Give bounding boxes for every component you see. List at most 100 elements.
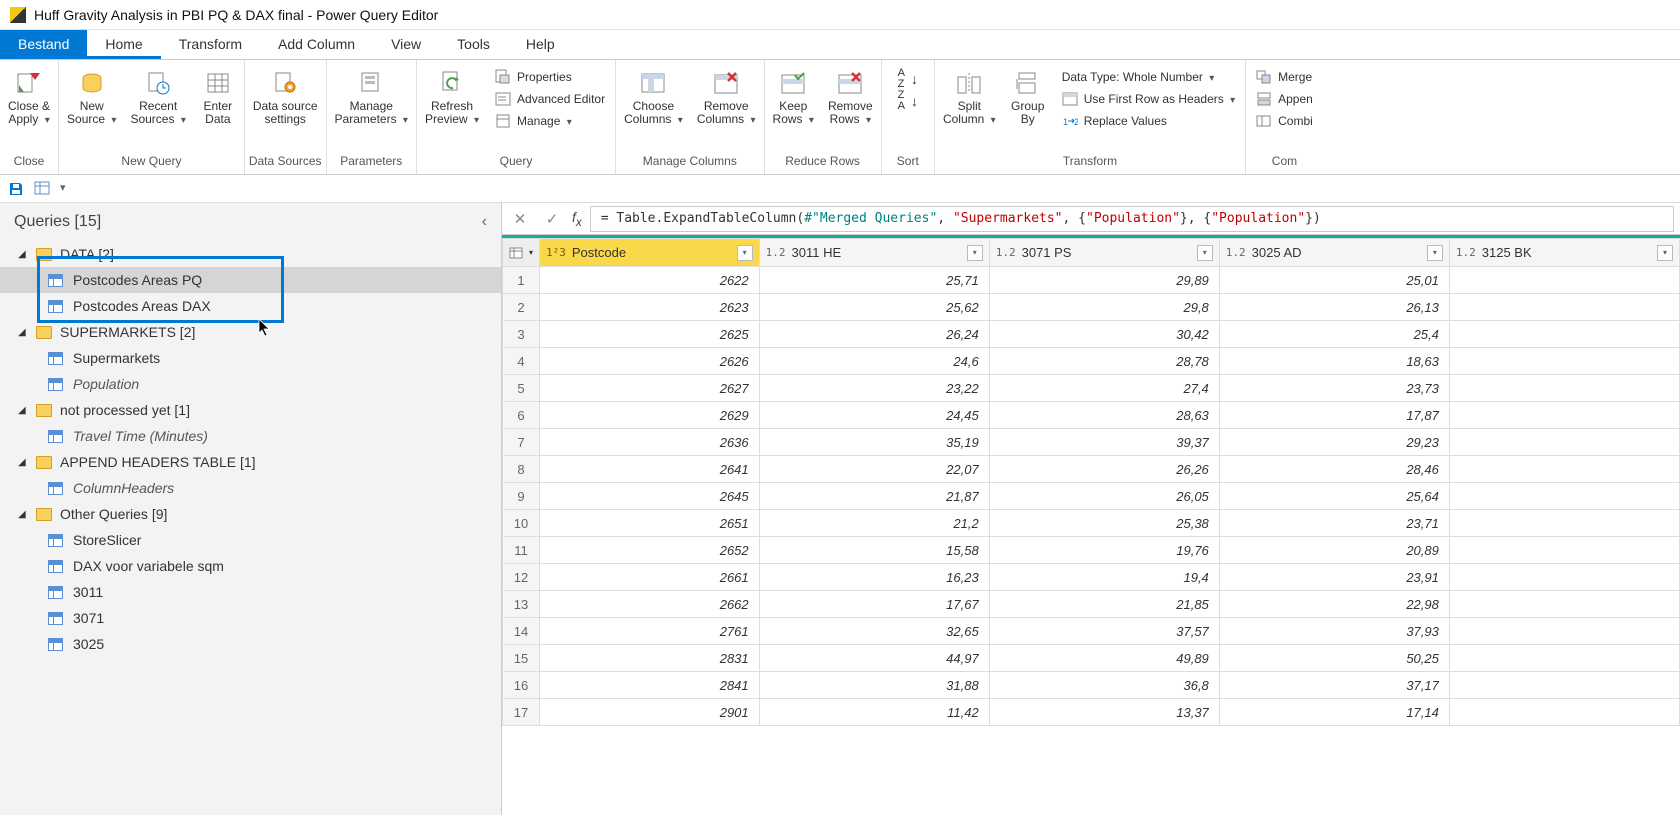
cell[interactable]: 2622	[540, 267, 760, 294]
row-number[interactable]: 17	[503, 699, 540, 726]
append-queries-button[interactable]: Appen	[1250, 88, 1319, 110]
cell[interactable]: 20,89	[1219, 537, 1449, 564]
cell[interactable]: 25,71	[759, 267, 989, 294]
cell[interactable]: 2627	[540, 375, 760, 402]
cell[interactable]: 2831	[540, 645, 760, 672]
query-item[interactable]: 3011	[0, 579, 501, 605]
tab-home[interactable]: Home	[87, 30, 160, 59]
cell[interactable]: 17,67	[759, 591, 989, 618]
commit-formula-icon[interactable]: ✓	[540, 210, 564, 228]
query-item[interactable]: 3025	[0, 631, 501, 657]
advanced-editor-button[interactable]: Advanced Editor	[489, 88, 611, 110]
row-number[interactable]: 16	[503, 672, 540, 699]
cell[interactable]	[1449, 483, 1679, 510]
column-header[interactable]: 1.23071 PS▾	[989, 239, 1219, 267]
tab-tools[interactable]: Tools	[439, 30, 508, 59]
cell[interactable]: 2623	[540, 294, 760, 321]
close-apply-button[interactable]: Close &Apply	[2, 64, 56, 131]
tab-file[interactable]: Bestand	[0, 30, 87, 59]
cancel-formula-icon[interactable]: ✕	[508, 210, 532, 228]
cell[interactable]: 2629	[540, 402, 760, 429]
recent-sources-button[interactable]: RecentSources	[124, 64, 191, 131]
row-number[interactable]: 15	[503, 645, 540, 672]
remove-columns-button[interactable]: RemoveColumns	[691, 64, 762, 131]
enter-data-button[interactable]: EnterData	[194, 64, 242, 130]
cell[interactable]	[1449, 510, 1679, 537]
cell[interactable]: 13,37	[989, 699, 1219, 726]
cell[interactable]	[1449, 537, 1679, 564]
cell[interactable]: 25,64	[1219, 483, 1449, 510]
query-item[interactable]: StoreSlicer	[0, 527, 501, 553]
tab-help[interactable]: Help	[508, 30, 573, 59]
new-source-button[interactable]: NewSource	[61, 64, 122, 131]
cell[interactable]	[1449, 375, 1679, 402]
cell[interactable]	[1449, 267, 1679, 294]
tree-group[interactable]: ◢DATA [2]	[0, 241, 501, 267]
cell[interactable]: 37,93	[1219, 618, 1449, 645]
cell[interactable]: 28,63	[989, 402, 1219, 429]
qat-overflow-icon[interactable]: ▾	[60, 181, 76, 197]
cell[interactable]: 44,97	[759, 645, 989, 672]
row-number[interactable]: 2	[503, 294, 540, 321]
data-grid[interactable]: ▾1²3Postcode▾1.23011 HE▾1.23071 PS▾1.230…	[502, 235, 1680, 815]
tree-group[interactable]: ◢Other Queries [9]	[0, 501, 501, 527]
data-type-button[interactable]: Data Type: Whole Number	[1056, 66, 1241, 88]
cell[interactable]	[1449, 456, 1679, 483]
cell[interactable]: 24,6	[759, 348, 989, 375]
combine-files-button[interactable]: Combi	[1250, 110, 1319, 132]
cell[interactable]: 26,24	[759, 321, 989, 348]
tab-transform[interactable]: Transform	[161, 30, 260, 59]
cell[interactable]: 28,46	[1219, 456, 1449, 483]
keep-rows-button[interactable]: KeepRows	[767, 64, 820, 131]
choose-columns-button[interactable]: ChooseColumns	[618, 64, 689, 131]
cell[interactable]	[1449, 429, 1679, 456]
cell[interactable]: 25,4	[1219, 321, 1449, 348]
query-item[interactable]: DAX voor variabele sqm	[0, 553, 501, 579]
row-number[interactable]: 8	[503, 456, 540, 483]
use-first-row-button[interactable]: Use First Row as Headers	[1056, 88, 1241, 110]
cell[interactable]: 26,26	[989, 456, 1219, 483]
cell[interactable]: 2662	[540, 591, 760, 618]
row-number[interactable]: 14	[503, 618, 540, 645]
row-number[interactable]: 7	[503, 429, 540, 456]
cell[interactable]: 29,8	[989, 294, 1219, 321]
cell[interactable]: 28,78	[989, 348, 1219, 375]
formula-input[interactable]: = Table.ExpandTableColumn(#"Merged Queri…	[590, 206, 1674, 232]
cell[interactable]: 39,37	[989, 429, 1219, 456]
column-header[interactable]: 1²3Postcode▾	[540, 239, 760, 267]
column-header[interactable]: 1.23011 HE▾	[759, 239, 989, 267]
data-source-settings-button[interactable]: Data sourcesettings	[247, 64, 324, 130]
cell[interactable]: 2626	[540, 348, 760, 375]
cell[interactable]: 29,23	[1219, 429, 1449, 456]
cell[interactable]: 17,87	[1219, 402, 1449, 429]
cell[interactable]: 22,98	[1219, 591, 1449, 618]
query-item[interactable]: 3071	[0, 605, 501, 631]
group-by-button[interactable]: GroupBy	[1004, 64, 1052, 130]
cell[interactable]: 2636	[540, 429, 760, 456]
query-item[interactable]: Postcodes Areas PQ	[0, 267, 501, 293]
tab-add-column[interactable]: Add Column	[260, 30, 373, 59]
replace-values-button[interactable]: 12Replace Values	[1056, 110, 1241, 132]
cell[interactable]: 25,62	[759, 294, 989, 321]
query-item[interactable]: Population	[0, 371, 501, 397]
cell[interactable]	[1449, 672, 1679, 699]
cell[interactable]: 23,71	[1219, 510, 1449, 537]
cell[interactable]: 23,91	[1219, 564, 1449, 591]
cell[interactable]: 36,8	[989, 672, 1219, 699]
query-item[interactable]: Postcodes Areas DAX	[0, 293, 501, 319]
cell[interactable]: 29,89	[989, 267, 1219, 294]
row-number[interactable]: 13	[503, 591, 540, 618]
cell[interactable]	[1449, 294, 1679, 321]
properties-button[interactable]: Properties	[489, 66, 611, 88]
cell[interactable]: 21,87	[759, 483, 989, 510]
tree-group[interactable]: ◢not processed yet [1]	[0, 397, 501, 423]
tab-view[interactable]: View	[373, 30, 439, 59]
fx-icon[interactable]: fx	[572, 209, 582, 229]
cell[interactable]	[1449, 321, 1679, 348]
cell[interactable]	[1449, 564, 1679, 591]
cell[interactable]: 2651	[540, 510, 760, 537]
cell[interactable]: 26,05	[989, 483, 1219, 510]
cell[interactable]: 50,25	[1219, 645, 1449, 672]
cell[interactable]: 2625	[540, 321, 760, 348]
cell[interactable]: 15,58	[759, 537, 989, 564]
